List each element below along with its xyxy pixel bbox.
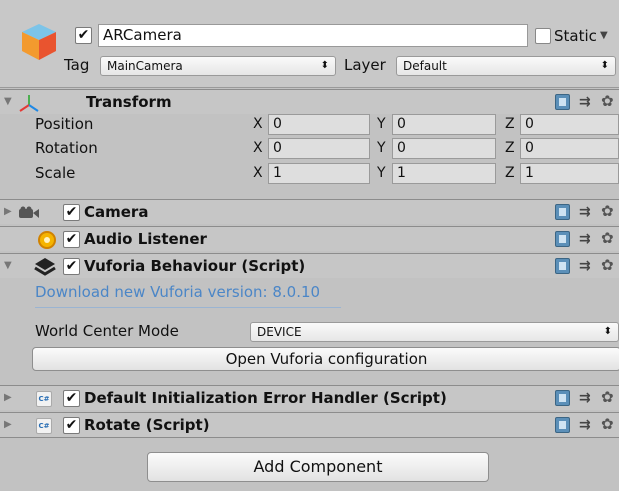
rotation-label: Rotation — [35, 139, 98, 157]
axis-x-label[interactable]: X — [253, 138, 263, 159]
world-center-mode-value: DEVICE — [257, 325, 302, 339]
axis-z-label[interactable]: Z — [505, 114, 515, 135]
world-center-mode-label: World Center Mode — [35, 322, 179, 340]
fold-closed-icon[interactable]: ▶ — [4, 206, 12, 217]
layer-label: Layer — [344, 56, 386, 74]
component-icons: ⇉ ✿ — [555, 230, 615, 249]
audio-listener-enabled-checkbox[interactable]: ✔ — [63, 231, 80, 248]
axis-z-label[interactable]: Z — [505, 163, 515, 184]
position-y-field[interactable]: 0 — [392, 114, 496, 135]
vuforia-title: Vuforia Behaviour (Script) — [84, 257, 306, 275]
rotation-y-field[interactable]: 0 — [392, 138, 496, 159]
gameobject-cube-icon — [22, 24, 56, 60]
axis-y-label[interactable]: Y — [377, 163, 386, 184]
scale-x-field[interactable]: 1 — [268, 163, 370, 184]
help-book-icon[interactable] — [555, 258, 570, 274]
static-dropdown-arrow-icon[interactable]: ▼ — [600, 30, 608, 41]
gear-icon[interactable]: ✿ — [601, 416, 614, 432]
section-divider — [0, 437, 619, 438]
position-x-field[interactable]: 0 — [268, 114, 370, 135]
help-book-icon[interactable] — [555, 204, 570, 220]
static-label: Static — [554, 27, 597, 45]
preset-sliders-icon[interactable]: ⇉ — [579, 259, 591, 273]
updown-arrow-icon: ⬍ — [603, 326, 612, 337]
static-checkbox[interactable] — [535, 28, 551, 44]
add-component-button[interactable]: Add Component — [147, 452, 489, 482]
transform-axis-icon — [19, 95, 39, 112]
fold-closed-icon[interactable]: ▶ — [4, 392, 12, 403]
rotate-title: Rotate (Script) — [84, 416, 210, 434]
tag-dropdown[interactable]: MainCamera ⬍ — [100, 56, 336, 76]
csharp-script-icon: C# — [36, 391, 52, 407]
preset-sliders-icon[interactable]: ⇉ — [579, 391, 591, 405]
fold-closed-icon[interactable]: ▶ — [4, 419, 12, 430]
error-handler-title: Default Initialization Error Handler (Sc… — [84, 389, 447, 407]
rotation-x-field[interactable]: 0 — [268, 138, 370, 159]
vuforia-logo-icon — [34, 258, 56, 276]
scale-label: Scale — [35, 164, 76, 182]
component-icons: ⇉ ✿ — [555, 203, 615, 222]
axis-y-label[interactable]: Y — [377, 138, 386, 159]
fold-open-icon[interactable]: ▼ — [4, 260, 12, 271]
vuforia-enabled-checkbox[interactable]: ✔ — [63, 258, 80, 275]
scale-y-field[interactable]: 1 — [392, 163, 496, 184]
axis-z-label[interactable]: Z — [505, 138, 515, 159]
preset-sliders-icon[interactable]: ⇉ — [579, 232, 591, 246]
layer-dropdown[interactable]: Default ⬍ — [396, 56, 616, 76]
camera-enabled-checkbox[interactable]: ✔ — [63, 204, 80, 221]
preset-sliders-icon[interactable]: ⇉ — [579, 205, 591, 219]
scale-z-field[interactable]: 1 — [520, 163, 619, 184]
axis-x-label[interactable]: X — [253, 114, 263, 135]
position-z-field[interactable]: 0 — [520, 114, 619, 135]
download-vuforia-link[interactable]: Download new Vuforia version: 8.0.10 — [35, 282, 320, 302]
error-handler-header[interactable]: ▶ C# ✔ Default Initialization Error Hand… — [0, 385, 619, 410]
gear-icon[interactable]: ✿ — [601, 203, 614, 219]
world-center-mode-dropdown[interactable]: DEVICE ⬍ — [250, 322, 619, 342]
help-book-icon[interactable] — [555, 231, 570, 247]
csharp-script-icon: C# — [36, 418, 52, 434]
fold-open-icon[interactable]: ▼ — [4, 96, 12, 107]
component-icons: ⇉ ✿ — [555, 93, 615, 112]
open-vuforia-configuration-button[interactable]: Open Vuforia configuration — [32, 347, 619, 371]
inspector-header: ✔ ARCamera Static ▼ Tag MainCamera ⬍ Lay… — [0, 0, 619, 88]
transform-title: Transform — [86, 93, 172, 111]
gear-icon[interactable]: ✿ — [601, 389, 614, 405]
error-handler-enabled-checkbox[interactable]: ✔ — [63, 390, 80, 407]
tag-label: Tag — [64, 56, 90, 74]
help-book-icon[interactable] — [555, 417, 570, 433]
gear-icon[interactable]: ✿ — [601, 93, 614, 109]
preset-sliders-icon[interactable]: ⇉ — [579, 418, 591, 432]
audio-listener-header[interactable]: ✔ Audio Listener ⇉ ✿ — [0, 226, 619, 251]
tag-value: MainCamera — [107, 59, 183, 73]
position-label: Position — [35, 115, 94, 133]
preset-sliders-icon[interactable]: ⇉ — [579, 95, 591, 109]
audio-listener-icon — [38, 231, 56, 249]
audio-listener-title: Audio Listener — [84, 230, 207, 248]
transform-header[interactable]: ▼ Transform ⇉ ✿ — [0, 89, 619, 114]
layer-value: Default — [403, 59, 447, 73]
updown-arrow-icon: ⬍ — [600, 60, 609, 71]
axis-y-label[interactable]: Y — [377, 114, 386, 135]
link-divider — [35, 307, 341, 308]
camera-title: Camera — [84, 203, 149, 221]
component-icons: ⇉ ✿ — [555, 389, 615, 408]
rotate-header[interactable]: ▶ C# ✔ Rotate (Script) ⇉ ✿ — [0, 412, 619, 437]
object-name-field[interactable]: ARCamera — [98, 24, 528, 47]
gear-icon[interactable]: ✿ — [601, 230, 614, 246]
axis-x-label[interactable]: X — [253, 163, 263, 184]
active-checkbox[interactable]: ✔ — [75, 27, 92, 44]
help-book-icon[interactable] — [555, 94, 570, 110]
component-icons: ⇉ ✿ — [555, 257, 615, 276]
help-book-icon[interactable] — [555, 390, 570, 406]
camera-header[interactable]: ▶ ✔ Camera ⇉ ✿ — [0, 199, 619, 224]
rotation-z-field[interactable]: 0 — [520, 138, 619, 159]
camera-icon — [19, 206, 39, 218]
updown-arrow-icon: ⬍ — [320, 60, 329, 71]
vuforia-header[interactable]: ▼ ✔ Vuforia Behaviour (Script) ⇉ ✿ — [0, 253, 619, 278]
rotate-enabled-checkbox[interactable]: ✔ — [63, 417, 80, 434]
component-icons: ⇉ ✿ — [555, 416, 615, 435]
gear-icon[interactable]: ✿ — [601, 257, 614, 273]
